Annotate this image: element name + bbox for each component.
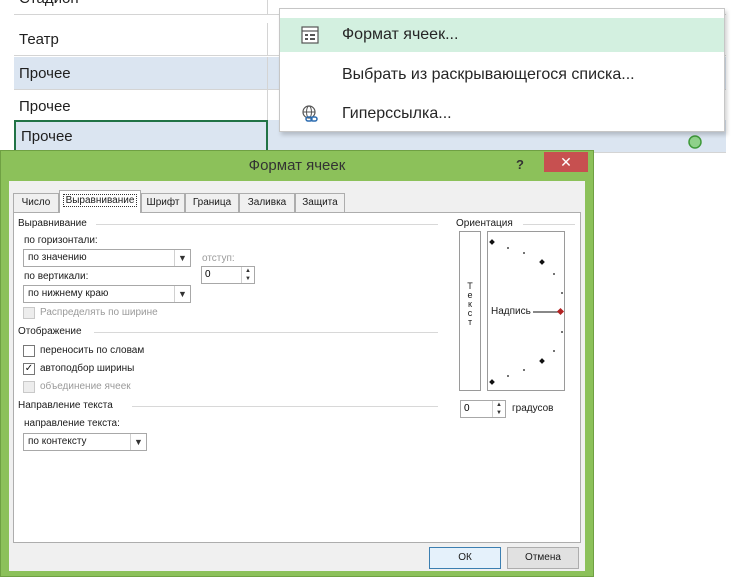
tab-fill[interactable]: Заливка	[239, 193, 295, 212]
distribute-checkbox[interactable]	[23, 307, 35, 319]
indent-spinner[interactable]: 0 ▲ ▼	[201, 266, 255, 284]
chevron-down-icon: ▼	[174, 286, 190, 302]
menu-item-format-cells[interactable]: Формат ячеек...	[280, 18, 724, 52]
tab-alignment-label: Выравнивание	[62, 194, 138, 207]
hyperlink-icon	[302, 105, 318, 122]
merge-cells-checkbox[interactable]	[23, 381, 35, 393]
chevron-down-icon: ▼	[174, 250, 190, 266]
orientation-panel: Т е к с т Надпись	[459, 231, 569, 396]
menu-item-label: Гиперссылка...	[342, 105, 452, 122]
format-cells-icon	[301, 26, 319, 44]
format-cells-dialog: Формат ячеек ? ✕ Число Выравнивание Шриф…	[0, 150, 594, 577]
tab-alignment[interactable]: Выравнивание	[59, 190, 141, 213]
divider	[94, 332, 438, 333]
degrees-value: 0	[464, 403, 470, 414]
section-alignment: Выравнивание	[18, 218, 87, 229]
alignment-page: Выравнивание по горизонтали: по значению…	[13, 212, 581, 543]
ok-button[interactable]: ОК	[429, 547, 501, 569]
text-direction-value: по контексту	[28, 436, 87, 447]
chevron-down-icon: ▼	[130, 434, 146, 450]
orientation-dial[interactable]: Надпись	[487, 231, 565, 391]
menu-item-pick-from-list[interactable]: Выбрать из раскрывающегося списка...	[280, 58, 724, 92]
vertical-text-char: т	[467, 317, 473, 327]
shrink-to-fit-label: автоподбор ширины	[40, 363, 135, 374]
vertical-text-box[interactable]: Т е к с т	[459, 231, 481, 391]
status-circle-icon	[688, 135, 702, 149]
section-text-direction: Направление текста	[18, 400, 113, 411]
tab-border[interactable]: Граница	[185, 193, 239, 212]
context-menu: Формат ячеек... Выбрать из раскрывающего…	[279, 8, 725, 132]
cell[interactable]: Прочее	[14, 90, 268, 122]
close-button[interactable]: ✕	[544, 152, 588, 172]
horizontal-label: по горизонтали:	[24, 235, 98, 246]
cell[interactable]: Стадион	[14, 0, 268, 14]
horizontal-select[interactable]: по значению ▼	[23, 249, 191, 267]
cell[interactable]: Прочее	[14, 57, 268, 89]
vertical-label: по вертикали:	[24, 271, 89, 282]
wrap-text-label: переносить по словам	[40, 345, 145, 356]
menu-item-hyperlink[interactable]: Гиперссылка...	[280, 97, 724, 131]
spinner-arrows-icon[interactable]: ▲ ▼	[492, 401, 505, 417]
spreadsheet-fragment: Стадион Театр Прочее Прочее Прочее	[0, 0, 735, 153]
tab-font[interactable]: Шрифт	[141, 193, 185, 212]
vertical-select[interactable]: по нижнему краю ▼	[23, 285, 191, 303]
section-display: Отображение	[18, 326, 82, 337]
divider	[96, 224, 438, 225]
dialog-title: Формат ячеек	[248, 157, 346, 174]
dialog-body: Число Выравнивание Шрифт Граница Заливка…	[9, 181, 585, 571]
divider	[523, 224, 575, 225]
vertical-value: по нижнему краю	[28, 288, 109, 299]
shrink-to-fit-checkbox[interactable]: ✓	[23, 363, 35, 375]
text-direction-select[interactable]: по контексту ▼	[23, 433, 147, 451]
tab-protection[interactable]: Защита	[295, 193, 345, 212]
text-direction-label: направление текста:	[24, 418, 120, 429]
spinner-arrows-icon[interactable]: ▲ ▼	[241, 267, 254, 283]
selected-cell[interactable]: Прочее	[14, 120, 268, 152]
cancel-button[interactable]: Отмена	[507, 547, 579, 569]
checkmark-icon: ✓	[24, 363, 34, 374]
wrap-text-checkbox[interactable]	[23, 345, 35, 357]
orientation-label: Надпись	[491, 306, 531, 317]
dialog-titlebar[interactable]: Формат ячеек ? ✕	[1, 151, 593, 181]
distribute-label: Распределять по ширине	[40, 307, 158, 318]
indent-value: 0	[205, 269, 211, 280]
degrees-spinner[interactable]: 0 ▲ ▼	[460, 400, 506, 418]
horizontal-value: по значению	[28, 252, 87, 263]
menu-item-label: Формат ячеек...	[342, 26, 459, 43]
degrees-label: градусов	[512, 403, 554, 414]
cell[interactable]: Театр	[14, 23, 268, 55]
section-orientation: Ориентация	[456, 218, 513, 229]
merge-cells-label: объединение ячеек	[40, 381, 131, 392]
tab-number[interactable]: Число	[13, 193, 59, 212]
menu-item-label: Выбрать из раскрывающегося списка...	[342, 66, 635, 83]
help-button[interactable]: ?	[510, 155, 530, 175]
divider	[132, 406, 438, 407]
indent-label: отступ:	[202, 253, 235, 264]
